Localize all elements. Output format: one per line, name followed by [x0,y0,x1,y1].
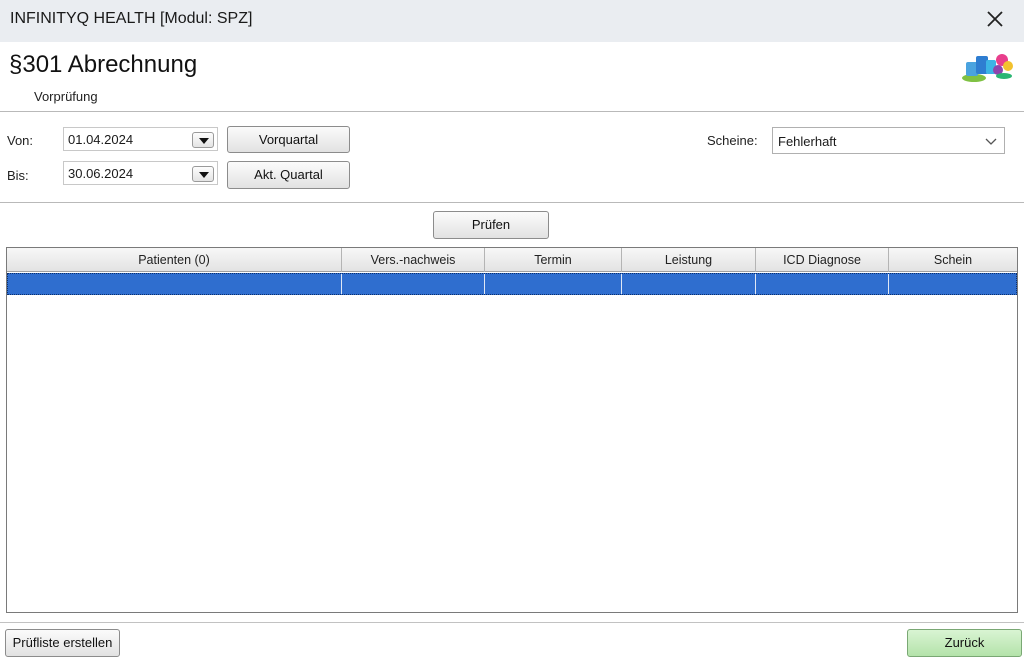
akt-quartal-button[interactable]: Akt. Quartal [227,161,350,189]
title-bar: INFINITYQ HEALTH [Modul: SPZ] [0,0,1024,42]
bis-dropdown-icon[interactable] [192,166,214,182]
pruefen-button[interactable]: Prüfen [433,211,549,239]
von-dropdown-icon[interactable] [192,132,214,148]
vorquartal-button[interactable]: Vorquartal [227,126,350,153]
table-cell [342,274,485,294]
table-cell [485,274,622,294]
column-header-icd-diagnose[interactable]: ICD Diagnose [756,248,889,272]
scheine-select[interactable]: Fehlerhaft [772,127,1005,154]
scheine-value: Fehlerhaft [778,134,837,149]
scheine-label: Scheine: [707,133,758,148]
footer-divider [0,622,1024,623]
results-table[interactable]: Patienten (0) Vers.-nachweis Termin Leis… [6,247,1018,613]
table-header: Patienten (0) Vers.-nachweis Termin Leis… [7,248,1017,272]
page-header: §301 Abrechnung Vorprüfung [0,42,1024,112]
von-date-value: 01.04.2024 [68,132,134,147]
bis-label: Bis: [7,168,29,183]
table-cell [889,274,1016,294]
page-subtitle: Vorprüfung [34,89,98,104]
table-row[interactable] [7,273,1017,295]
table-cell [8,274,342,294]
column-header-leistung[interactable]: Leistung [622,248,756,272]
column-header-schein[interactable]: Schein [889,248,1017,272]
von-date-field[interactable]: 01.04.2024 [63,127,218,151]
table-cell [622,274,756,294]
bis-date-field[interactable]: 30.06.2024 [63,161,218,185]
column-header-vers-nachweis[interactable]: Vers.-nachweis [342,248,485,272]
von-label: Von: [7,133,34,148]
pruefliste-erstellen-button[interactable]: Prüfliste erstellen [5,629,120,657]
table-cell [756,274,889,294]
window-title: INFINITYQ HEALTH [Modul: SPZ] [10,10,253,27]
column-header-patienten[interactable]: Patienten (0) [7,248,342,272]
chevron-down-icon [984,134,998,148]
page-title: §301 Abrechnung [9,51,198,78]
app-logo-icon [960,50,1016,84]
bis-date-value: 30.06.2024 [68,166,134,181]
close-icon[interactable] [984,8,1006,30]
column-header-termin[interactable]: Termin [485,248,622,272]
filter-panel: Von: 01.04.2024 Vorquartal Bis: 30.06.20… [0,113,1024,203]
zurueck-button[interactable]: Zurück [907,629,1022,657]
